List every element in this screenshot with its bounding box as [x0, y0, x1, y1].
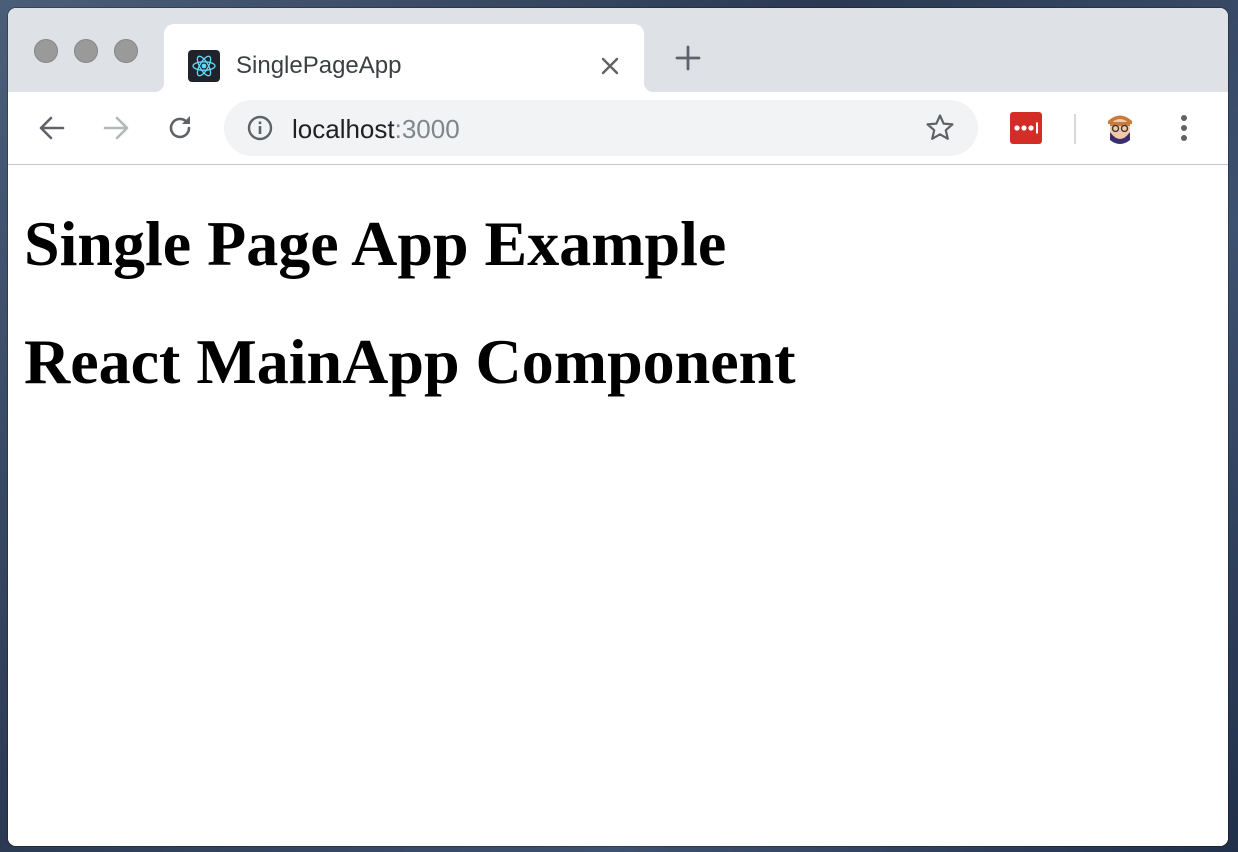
arrow-right-icon[interactable]	[96, 108, 136, 148]
tab-strip: SinglePageApp	[8, 8, 1228, 92]
page-heading-component: React MainApp Component	[24, 326, 796, 397]
tab-singlepageapp[interactable]: SinglePageApp	[154, 24, 654, 92]
info-icon[interactable]	[246, 114, 274, 142]
address-bar[interactable]: localhost:3000	[224, 100, 978, 156]
window-maximize-button[interactable]	[114, 39, 138, 63]
url-text[interactable]: localhost:3000	[292, 114, 460, 144]
react-logo-icon	[188, 50, 220, 82]
plus-icon[interactable]	[672, 42, 704, 74]
reload-icon[interactable]	[160, 108, 200, 148]
close-icon[interactable]	[596, 52, 624, 80]
window-minimize-button[interactable]	[74, 39, 98, 63]
arrow-left-icon[interactable]	[32, 108, 72, 148]
toolbar-divider	[1074, 114, 1076, 144]
avatar[interactable]	[1102, 110, 1138, 146]
more-vertical-icon[interactable]	[1168, 110, 1200, 146]
browser-window: SinglePageApp localhost:3000 Single Page…	[8, 8, 1228, 846]
browser-toolbar: localhost:3000	[8, 92, 1228, 165]
window-close-button[interactable]	[34, 39, 58, 63]
page-heading-title: Single Page App Example	[24, 208, 727, 279]
lastpass-icon[interactable]	[1010, 112, 1042, 144]
star-icon[interactable]	[924, 112, 956, 144]
url-port: :3000	[394, 114, 460, 144]
tab-title: SinglePageApp	[236, 52, 402, 79]
url-host: localhost	[292, 114, 395, 144]
page-content: Single Page App Example React MainApp Co…	[8, 165, 1228, 846]
